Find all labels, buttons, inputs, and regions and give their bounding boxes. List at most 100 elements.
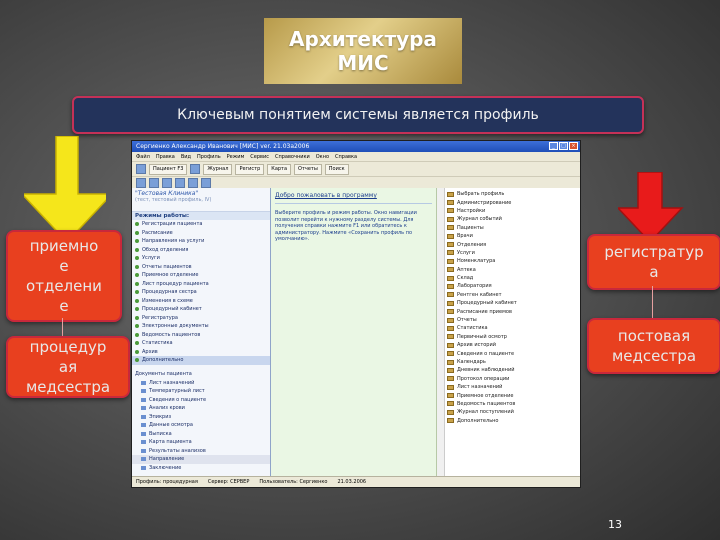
connector-right xyxy=(652,286,653,318)
folder-item[interactable]: Ведомость пациентов xyxy=(447,400,580,408)
tree-item[interactable]: Эпикриз xyxy=(132,413,270,422)
toolbar-button[interactable]: Отчеты xyxy=(294,163,322,175)
menu-item[interactable]: Файл xyxy=(136,154,150,160)
folder-item[interactable]: Первичный осмотр xyxy=(447,333,580,341)
folder-item[interactable]: Выбрать профиль xyxy=(447,190,580,198)
menu-item[interactable]: Справочники xyxy=(275,154,310,160)
mode-item[interactable]: Регистрация пациента xyxy=(132,220,270,229)
mode-item[interactable]: Процедурный кабинет xyxy=(132,305,270,314)
toolbar-button[interactable]: Карта xyxy=(267,163,292,175)
folder-item-label: Настройки xyxy=(457,207,486,214)
folder-item[interactable]: Приемное отделение xyxy=(447,391,580,399)
tree-item[interactable]: Карта пациента xyxy=(132,438,270,447)
folder-item-label: Расписание приемов xyxy=(457,308,512,315)
tree-item[interactable]: Данные осмотра xyxy=(132,421,270,430)
folder-item[interactable]: Пациенты xyxy=(447,224,580,232)
folder-item[interactable]: Лист назначений xyxy=(447,383,580,391)
tree-item[interactable]: Результаты анализов xyxy=(132,447,270,456)
mode-item[interactable]: Дополнительно xyxy=(132,356,270,365)
mode-item[interactable]: Лист процедур пациента xyxy=(132,280,270,289)
folder-item[interactable]: Календарь xyxy=(447,358,580,366)
folder-icon xyxy=(447,225,454,231)
folder-item[interactable]: Дневник наблюдений xyxy=(447,366,580,374)
mode-item[interactable]: Изменения в схеме xyxy=(132,297,270,306)
folder-item[interactable]: Сведения о пациенте xyxy=(447,349,580,357)
tree-item[interactable]: Лист назначений xyxy=(132,379,270,388)
folder-icon xyxy=(447,200,454,206)
folder-item[interactable]: Статистика xyxy=(447,324,580,332)
menu-item[interactable]: Сервис xyxy=(250,154,269,160)
mode-item[interactable]: Регистратура xyxy=(132,314,270,323)
print-icon[interactable] xyxy=(175,178,185,188)
maximize-icon[interactable]: □ xyxy=(559,142,568,150)
folder-item[interactable]: Аптека xyxy=(447,266,580,274)
folder-item[interactable]: Настройки xyxy=(447,207,580,215)
folder-item[interactable]: Рентген кабинет xyxy=(447,291,580,299)
folder-item[interactable]: Журнал поступлений xyxy=(447,408,580,416)
menu-item[interactable]: Профиль xyxy=(197,154,221,160)
status-item: 21.03.2006 xyxy=(337,479,367,485)
journal-icon[interactable] xyxy=(190,164,201,174)
folder-item[interactable]: Номенклатура xyxy=(447,257,580,265)
bullet-icon xyxy=(135,247,139,252)
folder-item-label: Приемное отделение xyxy=(457,392,514,399)
search-icon[interactable] xyxy=(188,178,198,188)
menu-item[interactable]: Правка xyxy=(156,154,175,160)
folder-item[interactable]: Расписание приемов xyxy=(447,307,580,315)
back-icon[interactable] xyxy=(136,178,146,188)
mode-item[interactable]: Процедурная сестра xyxy=(132,288,270,297)
folder-item[interactable]: Журнал событий xyxy=(447,215,580,223)
mode-item[interactable]: Архив xyxy=(132,348,270,357)
folder-item[interactable]: Протокол операции xyxy=(447,375,580,383)
patient-icon[interactable] xyxy=(136,164,146,174)
mode-item[interactable]: Направления на услуги xyxy=(132,237,270,246)
folder-icon xyxy=(447,401,454,407)
mode-item[interactable]: Статистика xyxy=(132,339,270,348)
folder-item-label: Отделения xyxy=(457,241,487,248)
tree-item[interactable]: Анализ крови xyxy=(132,404,270,413)
folder-item[interactable]: Процедурный кабинет xyxy=(447,299,580,307)
mode-item-label: Процедурная сестра xyxy=(142,289,197,296)
toolbar-button[interactable]: Пациент F3 xyxy=(149,163,188,175)
folder-item[interactable]: Отчеты xyxy=(447,316,580,324)
menu-item[interactable]: Вид xyxy=(181,154,191,160)
mode-item-label: Обход отделения xyxy=(142,246,189,253)
welcome-title[interactable]: Добро пожаловать в программу xyxy=(275,192,432,199)
mode-item[interactable]: Электронные документы xyxy=(132,322,270,331)
menu-item[interactable]: Окно xyxy=(316,154,329,160)
tree-item[interactable]: Направление xyxy=(132,455,270,464)
folder-item[interactable]: Дополнительно xyxy=(447,417,580,425)
settings-icon[interactable] xyxy=(201,178,211,188)
folder-item[interactable]: Склад xyxy=(447,274,580,282)
scrollbar[interactable] xyxy=(437,188,445,477)
tree-item-label: Лист назначений xyxy=(149,379,195,386)
tree-item[interactable]: Сведения о пациенте xyxy=(132,396,270,405)
mode-item[interactable]: Приемное отделение xyxy=(132,271,270,280)
mode-item[interactable]: Ведомость пациентов xyxy=(132,331,270,340)
mode-item[interactable]: Расписание xyxy=(132,229,270,238)
folder-item[interactable]: Архив историй xyxy=(447,341,580,349)
tree-item[interactable]: Температурный лист xyxy=(132,387,270,396)
folder-item[interactable]: Администрирование xyxy=(447,198,580,206)
bullet-icon xyxy=(135,341,139,346)
folder-item[interactable]: Врачи xyxy=(447,232,580,240)
minimize-icon[interactable]: _ xyxy=(549,142,558,150)
close-icon[interactable]: × xyxy=(569,142,578,150)
folder-item[interactable]: Отделения xyxy=(447,240,580,248)
folder-item[interactable]: Лаборатория xyxy=(447,282,580,290)
tree-item[interactable]: Выписка xyxy=(132,430,270,439)
document-icon xyxy=(141,389,146,394)
mode-item[interactable]: Услуги xyxy=(132,254,270,263)
folder-item-label: Лист назначений xyxy=(457,384,503,391)
forward-icon[interactable] xyxy=(149,178,159,188)
tree-item[interactable]: Заключение xyxy=(132,464,270,473)
refresh-icon[interactable] xyxy=(162,178,172,188)
menu-item[interactable]: Справка xyxy=(335,154,357,160)
folder-item[interactable]: Услуги xyxy=(447,249,580,257)
mode-item[interactable]: Отчеты пациентов xyxy=(132,263,270,272)
menu-item[interactable]: Режим xyxy=(227,154,245,160)
toolbar-button[interactable]: Поиск xyxy=(324,163,349,175)
toolbar-button[interactable]: Журнал xyxy=(203,163,233,175)
mode-item[interactable]: Обход отделения xyxy=(132,246,270,255)
toolbar-button[interactable]: Регистр xyxy=(235,163,265,175)
